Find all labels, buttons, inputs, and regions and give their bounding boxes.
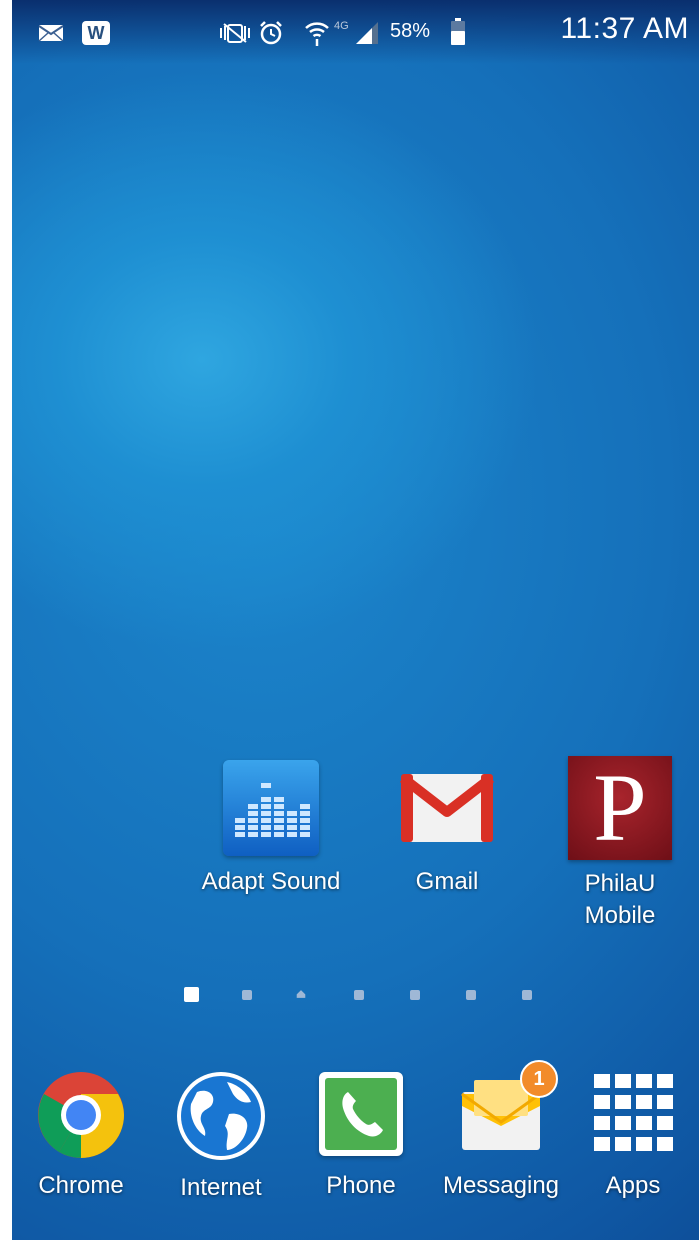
chrome-icon bbox=[36, 1070, 126, 1160]
philau-logo-icon: P bbox=[568, 756, 672, 860]
app-label: Messaging bbox=[442, 1172, 560, 1199]
equalizer-icon bbox=[223, 760, 319, 856]
signal-icon bbox=[356, 22, 378, 44]
network-type: 4G bbox=[334, 20, 349, 32]
vibrate-icon bbox=[220, 23, 250, 43]
wifi-icon bbox=[305, 22, 329, 46]
dock-messaging[interactable]: 1 Messaging bbox=[426, 1060, 576, 1201]
unread-badge: 1 bbox=[520, 1060, 558, 1098]
status-clock: 11:37 AM bbox=[560, 12, 689, 45]
globe-icon bbox=[175, 1070, 267, 1162]
battery-icon bbox=[451, 18, 465, 45]
page-dot[interactable] bbox=[410, 990, 420, 1000]
home-page-icon[interactable] bbox=[296, 989, 306, 999]
page-dot[interactable] bbox=[242, 990, 252, 1000]
page-dot[interactable] bbox=[522, 990, 532, 1000]
app-philau-mobile[interactable]: P PhilaU Mobile bbox=[545, 756, 695, 932]
page-dot[interactable] bbox=[466, 990, 476, 1000]
w-app-icon: W bbox=[82, 21, 110, 45]
status-bar: W 4G 58% 11:37 AM bbox=[12, 0, 699, 64]
page-dot[interactable] bbox=[354, 990, 364, 1000]
page-dot-active[interactable] bbox=[184, 987, 199, 1002]
dock-chrome[interactable]: Chrome bbox=[12, 1070, 156, 1201]
mail-icon bbox=[38, 25, 64, 42]
dock-internet[interactable]: Internet bbox=[146, 1070, 296, 1203]
app-label: Gmail bbox=[415, 868, 479, 895]
alarm-icon bbox=[260, 21, 282, 45]
battery-percent: 58% bbox=[390, 20, 431, 42]
gmail-envelope-icon bbox=[397, 760, 497, 856]
app-label: Adapt Sound bbox=[201, 868, 341, 895]
app-label: PhilaU Mobile bbox=[584, 870, 656, 929]
app-adapt-sound[interactable]: Adapt Sound bbox=[196, 760, 346, 897]
phone-handset-icon bbox=[319, 1072, 403, 1156]
app-label: Phone bbox=[326, 1172, 396, 1199]
envelope-icon: 1 bbox=[458, 1060, 558, 1156]
apps-grid-icon bbox=[592, 1072, 674, 1154]
page-indicator bbox=[180, 987, 550, 1003]
app-gmail[interactable]: Gmail bbox=[372, 760, 522, 897]
dock-phone[interactable]: Phone bbox=[286, 1072, 436, 1201]
app-label: Chrome bbox=[38, 1172, 124, 1199]
app-label: Apps bbox=[605, 1172, 661, 1199]
dock-apps[interactable]: Apps bbox=[558, 1072, 699, 1201]
app-label: Internet bbox=[180, 1174, 262, 1201]
home-screen: W 4G 58% 11:37 AM Adapt Sound Gmail P Ph… bbox=[12, 0, 699, 1240]
